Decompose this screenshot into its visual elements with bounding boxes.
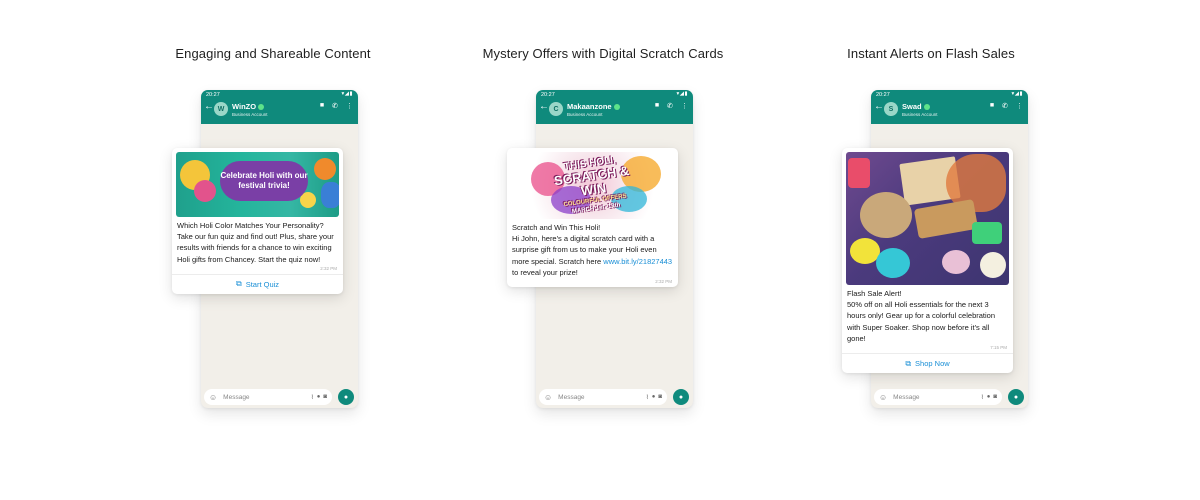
contact-name[interactable]: Makaanzone [567,102,620,111]
cta-label: Start Quiz [245,279,280,289]
emoji-icon[interactable]: ☺ [544,393,552,402]
arrow-left-icon[interactable]: ← [204,101,214,112]
panel-title: Engaging and Shareable Content [175,46,371,61]
message-placeholder: Message [893,393,920,401]
status-icons: ▾◢▮ [1011,91,1023,97]
message-time: 2:32 PM [320,265,337,271]
camera-icon[interactable]: ◙ [658,394,662,401]
message-text: Scratch and Win This Holi! Hi John, here… [512,223,673,277]
kebab-menu-icon[interactable]: ⋮ [346,102,353,110]
account-type: Business Account [902,112,938,117]
message-card: Celebrate Holi with our festival trivia!… [172,148,343,294]
kebab-menu-icon[interactable]: ⋮ [681,102,688,110]
camera-icon[interactable]: ◙ [323,394,327,401]
verified-icon [258,103,265,110]
panel-title: Instant Alerts on Flash Sales [847,46,1015,61]
message-input[interactable]: ☺ Message ⌇ ● ◙ [204,389,332,405]
message-text: Which Holi Color Matches Your Personalit… [177,221,334,264]
external-link-icon: ⧉ [235,279,242,289]
video-call-icon[interactable]: ■ [655,102,659,110]
emoji-icon[interactable]: ☺ [879,393,887,402]
paperclip-icon[interactable]: ⌇ [646,394,649,401]
shop-now-button[interactable]: ⧉ Shop Now [842,353,1013,373]
message-card: Flash Sale Alert! 50% off on all Holi es… [842,148,1013,374]
status-icons: ▾◢▮ [676,91,688,97]
account-type: Business Account [567,112,603,117]
microphone-icon[interactable]: ● [673,389,689,405]
message-text: Flash Sale Alert! 50% off on all Holi es… [847,289,995,343]
microphone-icon[interactable]: ● [1008,389,1024,405]
rupee-icon[interactable]: ● [317,394,321,401]
status-time: 20:27 [206,92,220,98]
scratch-link[interactable]: www.bit.ly/21827443 [603,257,672,266]
avatar[interactable]: C [549,102,563,116]
emoji-icon[interactable]: ☺ [209,393,217,402]
cta-label: Shop Now [915,359,950,369]
message-time: 2:32 PM [655,279,672,285]
status-icons: ▾◢▮ [341,91,353,97]
status-time: 20:27 [876,92,890,98]
phone-call-icon[interactable]: ✆ [667,102,673,110]
rupee-icon[interactable]: ● [987,394,991,401]
trivia-image: Celebrate Holi with our festival trivia! [176,152,339,217]
message-time: 7:15 PM [990,345,1007,351]
microphone-icon[interactable]: ● [338,389,354,405]
paperclip-icon[interactable]: ⌇ [981,394,984,401]
message-input[interactable]: ☺ Message ⌇ ● ◙ [874,389,1002,405]
trivia-banner-text: Celebrate Holi with our festival trivia! [220,161,308,201]
rupee-icon[interactable]: ● [652,394,656,401]
avatar[interactable]: W [214,102,228,116]
message-placeholder: Message [223,393,250,401]
scratch-win-image: THIS HOLI, SCRATCH & WIN COLOURFUL OFFER… [511,152,674,219]
contact-name[interactable]: WinZO [232,102,265,111]
arrow-left-icon[interactable]: ← [539,101,549,112]
external-link-icon: ⧉ [905,358,912,368]
video-call-icon[interactable]: ■ [990,102,994,110]
flash-sale-image [846,152,1009,285]
account-type: Business Account [232,112,268,117]
camera-icon[interactable]: ◙ [993,394,997,401]
kebab-menu-icon[interactable]: ⋮ [1016,102,1023,110]
start-quiz-button[interactable]: ⧉ Start Quiz [172,273,343,294]
panel-title: Mystery Offers with Digital Scratch Card… [482,46,724,61]
arrow-left-icon[interactable]: ← [874,101,884,112]
phone-call-icon[interactable]: ✆ [1002,102,1008,110]
avatar[interactable]: S [884,102,898,116]
message-placeholder: Message [558,393,585,401]
chat-header: 20:27 ▾◢▮ ← C Makaanzone Business Accoun… [536,90,693,124]
paperclip-icon[interactable]: ⌇ [311,394,314,401]
chat-header: 20:27 ▾◢▮ ← S Swad Business Account ■ ✆ … [871,90,1028,124]
verified-icon [923,103,930,110]
chat-header: 20:27 ▾◢▮ ← W WinZO Business Account ■ ✆… [201,90,358,124]
phone-call-icon[interactable]: ✆ [332,102,338,110]
contact-name[interactable]: Swad [902,102,930,111]
message-input[interactable]: ☺ Message ⌇ ● ◙ [539,389,667,405]
video-call-icon[interactable]: ■ [320,102,324,110]
status-time: 20:27 [541,92,555,98]
message-card: THIS HOLI, SCRATCH & WIN COLOURFUL OFFER… [507,148,678,288]
verified-icon [613,103,620,110]
